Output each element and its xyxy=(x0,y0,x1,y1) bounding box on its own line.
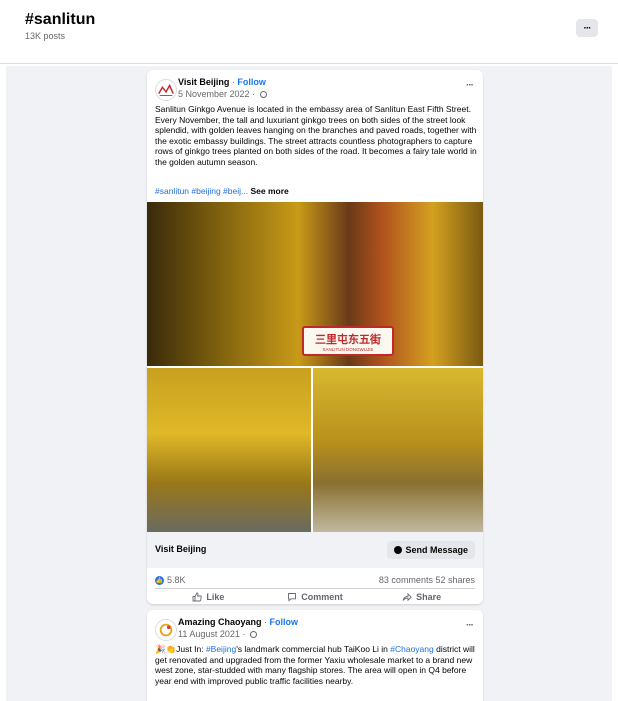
post-more-button[interactable]: ··· xyxy=(466,620,474,631)
thumbs-up-icon xyxy=(192,592,203,602)
globe-icon xyxy=(249,631,257,639)
hashtag-header: #sanlitun 13K posts ··· xyxy=(0,0,618,64)
visit-beijing-logo-icon xyxy=(158,83,174,96)
page-name-link[interactable]: Visit Beijing xyxy=(178,77,229,87)
send-message-button[interactable]: Send Message xyxy=(387,541,475,559)
post-card: Amazing Chaoyang · Follow 11 August 2021… xyxy=(147,610,483,701)
globe-icon xyxy=(259,91,267,99)
share-label: Share xyxy=(416,592,442,602)
post-photo-left[interactable] xyxy=(147,368,311,532)
page-name-link[interactable]: Amazing Chaoyang xyxy=(178,617,262,627)
post-photo-right[interactable] xyxy=(313,368,483,532)
street-sign-text: 三里屯东五街 xyxy=(315,332,381,346)
post-author: Visit Beijing · Follow xyxy=(178,77,266,87)
post-date-text: 11 August 2021 · xyxy=(178,629,246,639)
post-count: 13K posts xyxy=(25,31,66,41)
street-sign-subtext: SANLITUN DONGWUJIE xyxy=(322,346,374,352)
post-card: Visit Beijing · Follow 5 November 2022 ·… xyxy=(147,70,483,604)
post-feed[interactable]: Visit Beijing · Follow 5 November 2022 ·… xyxy=(6,66,612,701)
hashtag-title: #sanlitun xyxy=(25,11,96,28)
street-sign: 三里屯东五街 SANLITUN DONGWUJIE xyxy=(302,326,394,356)
share-count[interactable]: 52 shares xyxy=(435,575,475,585)
more-options-button[interactable]: ··· xyxy=(576,19,598,37)
post-text: 🎉👏Just In: #Beijing's landmark commercia… xyxy=(155,644,477,686)
hashtag-link-chaoyang[interactable]: #Chaoyang xyxy=(390,644,433,654)
divider xyxy=(155,588,475,589)
messenger-icon xyxy=(394,546,403,554)
like-label: Like xyxy=(206,592,225,602)
follow-link[interactable]: Follow xyxy=(270,617,299,627)
follow-link[interactable]: Follow xyxy=(237,77,266,87)
send-message-label: Send Message xyxy=(405,545,468,555)
amazing-chaoyang-logo-icon xyxy=(159,623,173,637)
post-text: Sanlitun Ginkgo Avenue is located in the… xyxy=(155,104,477,167)
hashtag-link-beijing[interactable]: #Beijing xyxy=(206,644,236,654)
page-avatar[interactable] xyxy=(155,619,177,641)
reaction-summary[interactable]: 👍 5.8K xyxy=(155,575,186,585)
page-cta-row: Visit Beijing Send Message xyxy=(147,532,483,568)
share-icon xyxy=(402,592,413,602)
like-button[interactable]: Like xyxy=(155,590,262,604)
comment-label: Comment xyxy=(301,592,343,602)
comment-button[interactable]: Comment xyxy=(262,590,369,604)
post-author: Amazing Chaoyang · Follow xyxy=(178,617,298,627)
page-avatar[interactable] xyxy=(155,79,177,101)
hashtag-links[interactable]: #sanlitun #beijing #beij... xyxy=(155,186,248,196)
like-reaction-icon: 👍 xyxy=(155,575,164,585)
post-text-mid: 's landmark commercial hub TaiKoo Li in xyxy=(236,644,391,654)
post-date-text: 5 November 2022 · xyxy=(178,89,256,99)
post-photo-main[interactable]: 三里屯东五街 SANLITUN DONGWUJIE xyxy=(147,202,483,366)
post-more-button[interactable]: ··· xyxy=(466,80,474,91)
reaction-count: 5.8K xyxy=(167,575,186,585)
separator: · xyxy=(261,617,270,627)
see-more-link[interactable]: See more xyxy=(250,186,288,196)
post-actions: Like Comment Share xyxy=(155,590,475,604)
post-date[interactable]: 5 November 2022 · xyxy=(178,89,267,99)
comment-icon xyxy=(288,593,297,602)
engagement-counts: 83 comments 52 shares xyxy=(379,575,475,585)
post-date[interactable]: 11 August 2021 · xyxy=(178,629,257,639)
post-tags: #sanlitun #beijing #beij... See more xyxy=(155,186,289,196)
cta-page-name[interactable]: Visit Beijing xyxy=(155,544,206,554)
share-button[interactable]: Share xyxy=(368,590,475,604)
post-text-prefix: 🎉👏Just In: xyxy=(155,644,206,654)
comment-count[interactable]: 83 comments xyxy=(379,575,433,585)
